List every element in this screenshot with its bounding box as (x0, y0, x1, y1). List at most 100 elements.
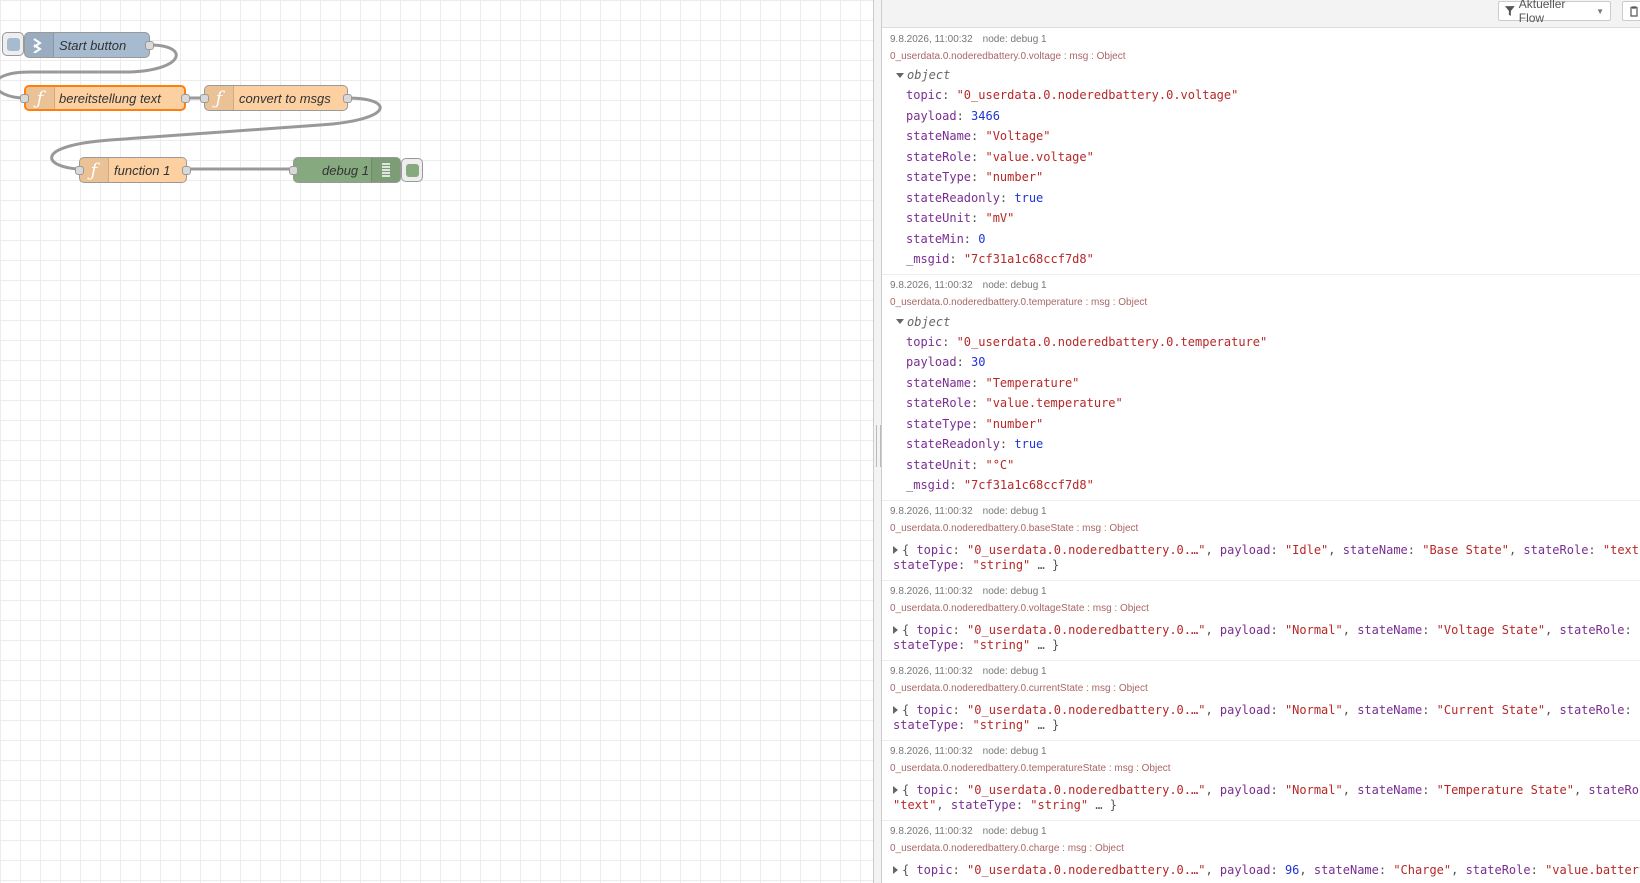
summary-token: : (1624, 702, 1639, 717)
property-key: stateType (906, 416, 972, 431)
object-toggle[interactable]: object (890, 65, 1640, 85)
summary-token: : (1270, 702, 1285, 717)
object-property[interactable]: stateUnit: "°C" (890, 455, 1640, 476)
object-toggle[interactable]: object (890, 312, 1640, 332)
debug-toggle-button[interactable] (401, 158, 423, 182)
summary-token: "Charge" (1393, 862, 1452, 877)
object-property[interactable]: stateType: "number" (890, 414, 1640, 435)
debug-message-list[interactable]: 9.8.2026, 11:00:32 node: debug 1 0_userdat… (882, 28, 1640, 883)
property-key: topic (906, 334, 943, 349)
summary-token: : (952, 622, 968, 637)
summary-token: "Temperature State" (1436, 782, 1574, 797)
message-node-link[interactable]: node: debug 1 (983, 280, 1047, 292)
summary-token: : (1270, 782, 1285, 797)
message-node-link[interactable]: node: debug 1 (983, 506, 1047, 518)
summary-token: "Idle" (1284, 542, 1329, 557)
summary-token: "Normal" (1284, 782, 1343, 797)
message-topic: 0_userdata.0.noderedbattery.0.voltageSta… (890, 603, 1149, 614)
input-port[interactable] (200, 94, 209, 103)
filter-dropdown-button[interactable]: Aktueller Flow ▼ (1498, 0, 1611, 25)
object-property[interactable]: _msgid: "7cf31a1c68ccf7d8" (890, 249, 1640, 270)
object-property[interactable]: stateName: "Temperature" (890, 373, 1640, 394)
property-key: stateType (906, 170, 972, 185)
input-port[interactable] (289, 166, 298, 175)
message-meta: 9.8.2026, 11:00:32 node: debug 1 (890, 31, 1640, 48)
function-icon: ƒ (26, 87, 55, 109)
message-topic: 0_userdata.0.noderedbattery.0.charge : m… (890, 843, 1124, 854)
object-property[interactable]: payload: 30 (890, 352, 1640, 373)
debug-message: 9.8.2026, 11:00:32 node: debug 1 0_userdat… (882, 275, 1640, 501)
caret-right-icon (893, 866, 898, 874)
message-node-link[interactable]: node: debug 1 (983, 34, 1047, 46)
summary-token: "Base State" (1422, 542, 1509, 557)
object-property[interactable]: topic: "0_userdata.0.noderedbattery.0.te… (890, 332, 1640, 353)
collapsed-object-summary[interactable]: { topic: "0_userdata.0.noderedbattery.0.… (890, 618, 1640, 656)
caret-right-icon (893, 626, 898, 634)
summary-token: payload (1219, 702, 1271, 717)
object-property[interactable]: stateRole: "value.temperature" (890, 393, 1640, 414)
collapsed-object-summary[interactable]: { topic: "0_userdata.0.noderedbattery.0.… (890, 858, 1640, 881)
flow-workspace[interactable]: Start button ƒ bereitstellung text ƒ con… (0, 0, 873, 883)
message-timestamp: 9.8.2026, 11:00:32 (890, 506, 973, 517)
summary-token: { (902, 702, 917, 717)
node-label: bereitstellung text (59, 90, 161, 106)
property-separator: : (949, 478, 964, 493)
summary-token: , (1205, 782, 1220, 797)
property-key: stateReadonly (906, 190, 1000, 205)
sidebar-splitter[interactable] (873, 0, 882, 883)
output-port[interactable] (145, 41, 154, 50)
message-topic: 0_userdata.0.noderedbattery.0.temperatur… (890, 763, 1171, 774)
input-port[interactable] (20, 94, 29, 103)
message-meta: 9.8.2026, 11:00:32 node: debug 1 (890, 744, 1640, 761)
start-button-trigger[interactable] (2, 32, 24, 56)
object-property[interactable]: stateMin: 0 (890, 229, 1640, 250)
object-property[interactable]: stateRole: "value.voltage" (890, 147, 1640, 168)
message-timestamp: 9.8.2026, 11:00:32 (890, 666, 973, 677)
node-bereitstellung-text[interactable]: ƒ bereitstellung text (20, 85, 190, 111)
message-node-link[interactable]: node: debug 1 (983, 826, 1047, 838)
message-node-link[interactable]: node: debug 1 (983, 746, 1047, 758)
object-property[interactable]: _msgid: "7cf31a1c68ccf7d8" (890, 475, 1640, 496)
property-separator: : (999, 437, 1015, 452)
node-function-1[interactable]: ƒ function 1 (75, 157, 191, 183)
clear-log-button[interactable] (1622, 1, 1640, 21)
node-convert-to-msgs[interactable]: ƒ convert to msgs (200, 85, 352, 111)
object-property[interactable]: topic: "0_userdata.0.noderedbattery.0.vo… (890, 85, 1640, 106)
summary-token: : (1588, 542, 1603, 557)
property-value: "number" (985, 416, 1044, 431)
object-property[interactable]: payload: 3466 (890, 106, 1640, 127)
collapsed-object-summary[interactable]: { topic: "0_userdata.0.noderedbattery.0.… (890, 698, 1640, 736)
message-node-link[interactable]: node: debug 1 (983, 666, 1047, 678)
output-port[interactable] (181, 94, 190, 103)
object-property[interactable]: stateType: "number" (890, 167, 1640, 188)
function-icon: ƒ (80, 158, 109, 182)
message-timestamp: 9.8.2026, 11:00:32 (890, 586, 973, 597)
summary-token: "0_userdata.0.noderedbattery.0.…" (967, 782, 1206, 797)
collapsed-object-summary[interactable]: { topic: "0_userdata.0.noderedbattery.0.… (890, 538, 1640, 576)
debug-message: 9.8.2026, 11:00:32 node: debug 1 0_userdat… (882, 821, 1640, 883)
object-property[interactable]: stateReadonly: true (890, 188, 1640, 209)
object-property[interactable]: stateReadonly: true (890, 434, 1640, 455)
collapsed-object-summary[interactable]: { topic: "0_userdata.0.noderedbattery.0.… (890, 778, 1640, 816)
summary-token: : (1422, 622, 1437, 637)
summary-token: "string" (972, 557, 1031, 572)
summary-token: stateName (1357, 702, 1423, 717)
output-port[interactable] (343, 94, 352, 103)
summary-token: "value.battery" (1545, 862, 1640, 877)
node-debug-1[interactable]: debug 1 (289, 157, 401, 183)
summary-token: , (1508, 542, 1524, 557)
object-property[interactable]: stateUnit: "mV" (890, 208, 1640, 229)
node-start-button[interactable]: Start button (24, 32, 154, 58)
output-port[interactable] (182, 166, 191, 175)
object-property[interactable]: stateName: "Voltage" (890, 126, 1640, 147)
input-port[interactable] (75, 166, 84, 175)
message-timestamp: 9.8.2026, 11:00:32 (890, 33, 973, 45)
summary-token: stateName (1342, 542, 1408, 557)
summary-token: , (1342, 782, 1358, 797)
summary-token: : (1270, 622, 1285, 637)
debug-message: 9.8.2026, 11:00:32 node: debug 1 0_userdat… (882, 28, 1640, 275)
property-key: stateName (906, 129, 972, 144)
summary-token: stateType (950, 797, 1016, 812)
debug-toolbar: Aktueller Flow ▼ (882, 0, 1640, 28)
message-node-link[interactable]: node: debug 1 (983, 586, 1047, 598)
